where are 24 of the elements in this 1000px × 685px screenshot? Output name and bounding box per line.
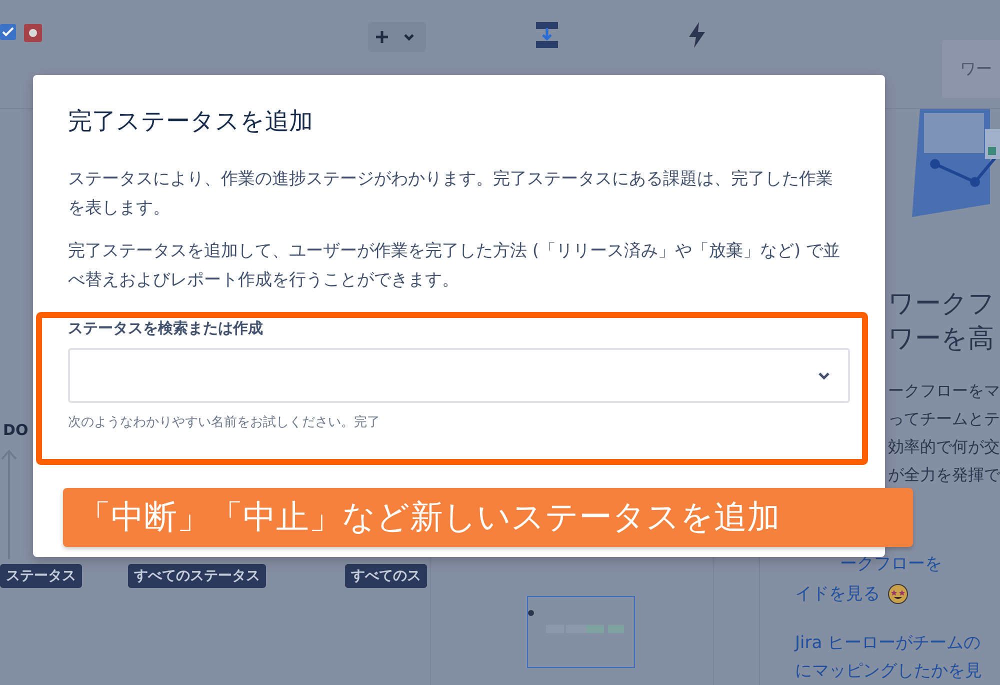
- hero-link[interactable]: Jira ヒーローがチームの にマッピングしたかを見: [795, 629, 1000, 685]
- status-badge: すべてのステータス: [128, 564, 266, 588]
- guide-link[interactable]: イドを見る: [795, 579, 880, 609]
- search-field[interactable]: ワー: [942, 40, 1000, 98]
- star-eyes-emoji-icon: [888, 584, 908, 604]
- status-badge: すべてのス: [345, 564, 427, 588]
- chevron-down-icon: [818, 372, 830, 380]
- panel-heading: ワークフ ワーを高: [888, 288, 996, 356]
- dialog-description: 完了ステータスを追加して、ユーザーが作業を完了した方法 (「リリース済み」や「放棄」など) で並べ替えおよびレポート作成を行うことができます。: [68, 240, 842, 292]
- helper-text: 次のようなわかりやすい名前をお試しください。完了: [68, 414, 381, 431]
- guide-link[interactable]: ークフローを: [840, 549, 1000, 579]
- record-icon: [24, 24, 42, 42]
- dialog-description: ステータスにより、作業の進捗ステージがわかります。完了ステータスにある課題は、完了した作業を表します。: [68, 168, 834, 220]
- transition-icon[interactable]: [536, 22, 558, 48]
- status-node-label: DO: [3, 421, 28, 439]
- minimap[interactable]: [527, 596, 635, 668]
- annotation-callout: 「中断」「中止」など新しいステータスを追加: [63, 488, 913, 547]
- status-select-field[interactable]: [68, 348, 850, 403]
- lightning-bolt-icon[interactable]: [688, 22, 706, 48]
- dialog-title: 完了ステータスを追加: [68, 106, 314, 137]
- field-label: ステータスを検索または作成: [68, 319, 264, 338]
- status-badge: ステータス: [0, 564, 82, 588]
- checkbox-icon: [0, 24, 16, 40]
- panel-description: ークフローをマ ってチームとテ 効率的で何が交 が全力を発揮で: [888, 380, 1000, 486]
